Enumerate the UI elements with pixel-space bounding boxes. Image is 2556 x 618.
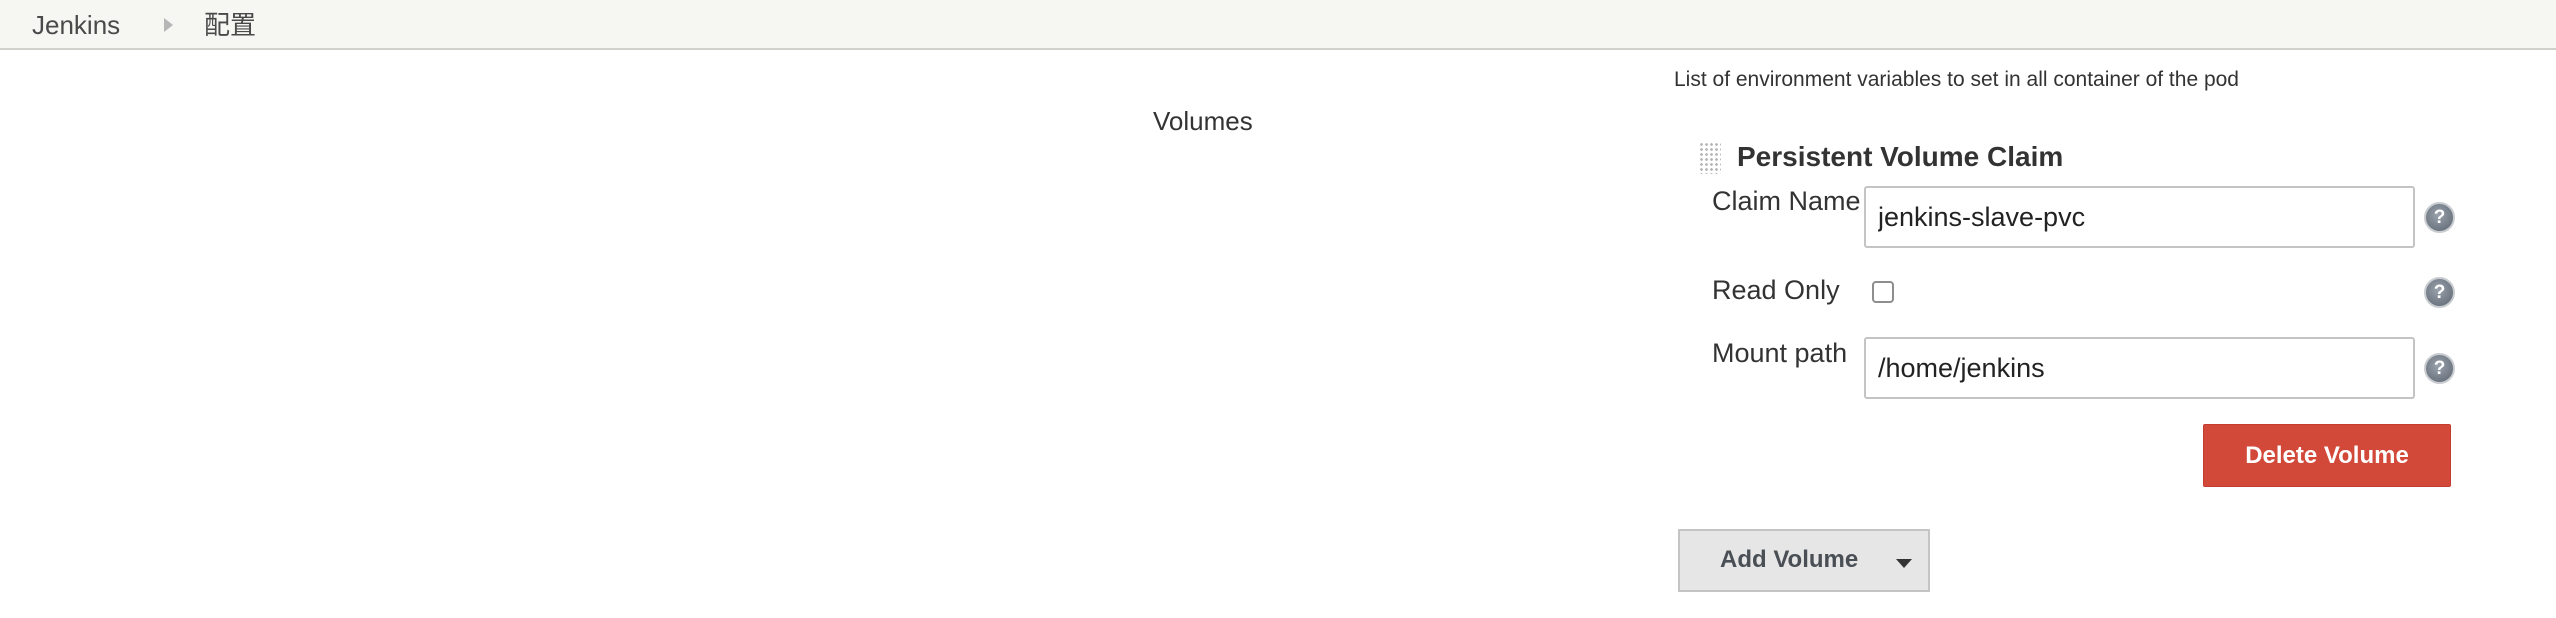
drag-handle-icon[interactable] <box>1699 142 1721 174</box>
persistent-volume-claim-title: Persistent Volume Claim <box>1737 141 2064 172</box>
mount-path-label: Mount path <box>1712 338 1848 368</box>
claim-name-input[interactable] <box>1864 186 2415 248</box>
help-icon[interactable]: ? <box>2424 277 2455 308</box>
caret-down-icon[interactable] <box>1896 559 1912 568</box>
breadcrumb: Jenkins 配置 <box>0 0 2556 50</box>
breadcrumb-current-link[interactable]: 配置 <box>204 10 256 40</box>
delete-volume-button[interactable]: Delete Volume <box>2203 424 2451 487</box>
read-only-checkbox[interactable] <box>1872 281 1894 303</box>
mount-path-input[interactable] <box>1864 337 2415 399</box>
claim-name-label: Claim Name <box>1712 186 1861 216</box>
env-vars-description: List of environment variables to set in … <box>1674 68 2239 91</box>
help-icon[interactable]: ? <box>2424 353 2455 384</box>
add-volume-button[interactable]: Add Volume <box>1678 529 1930 592</box>
add-volume-label: Add Volume <box>1720 546 1859 573</box>
help-icon[interactable]: ? <box>2424 202 2455 233</box>
breadcrumb-home-link[interactable]: Jenkins <box>32 10 120 40</box>
read-only-label: Read Only <box>1712 275 1840 305</box>
volumes-section-label: Volumes <box>1153 106 1253 136</box>
chevron-right-icon[interactable] <box>164 18 173 32</box>
